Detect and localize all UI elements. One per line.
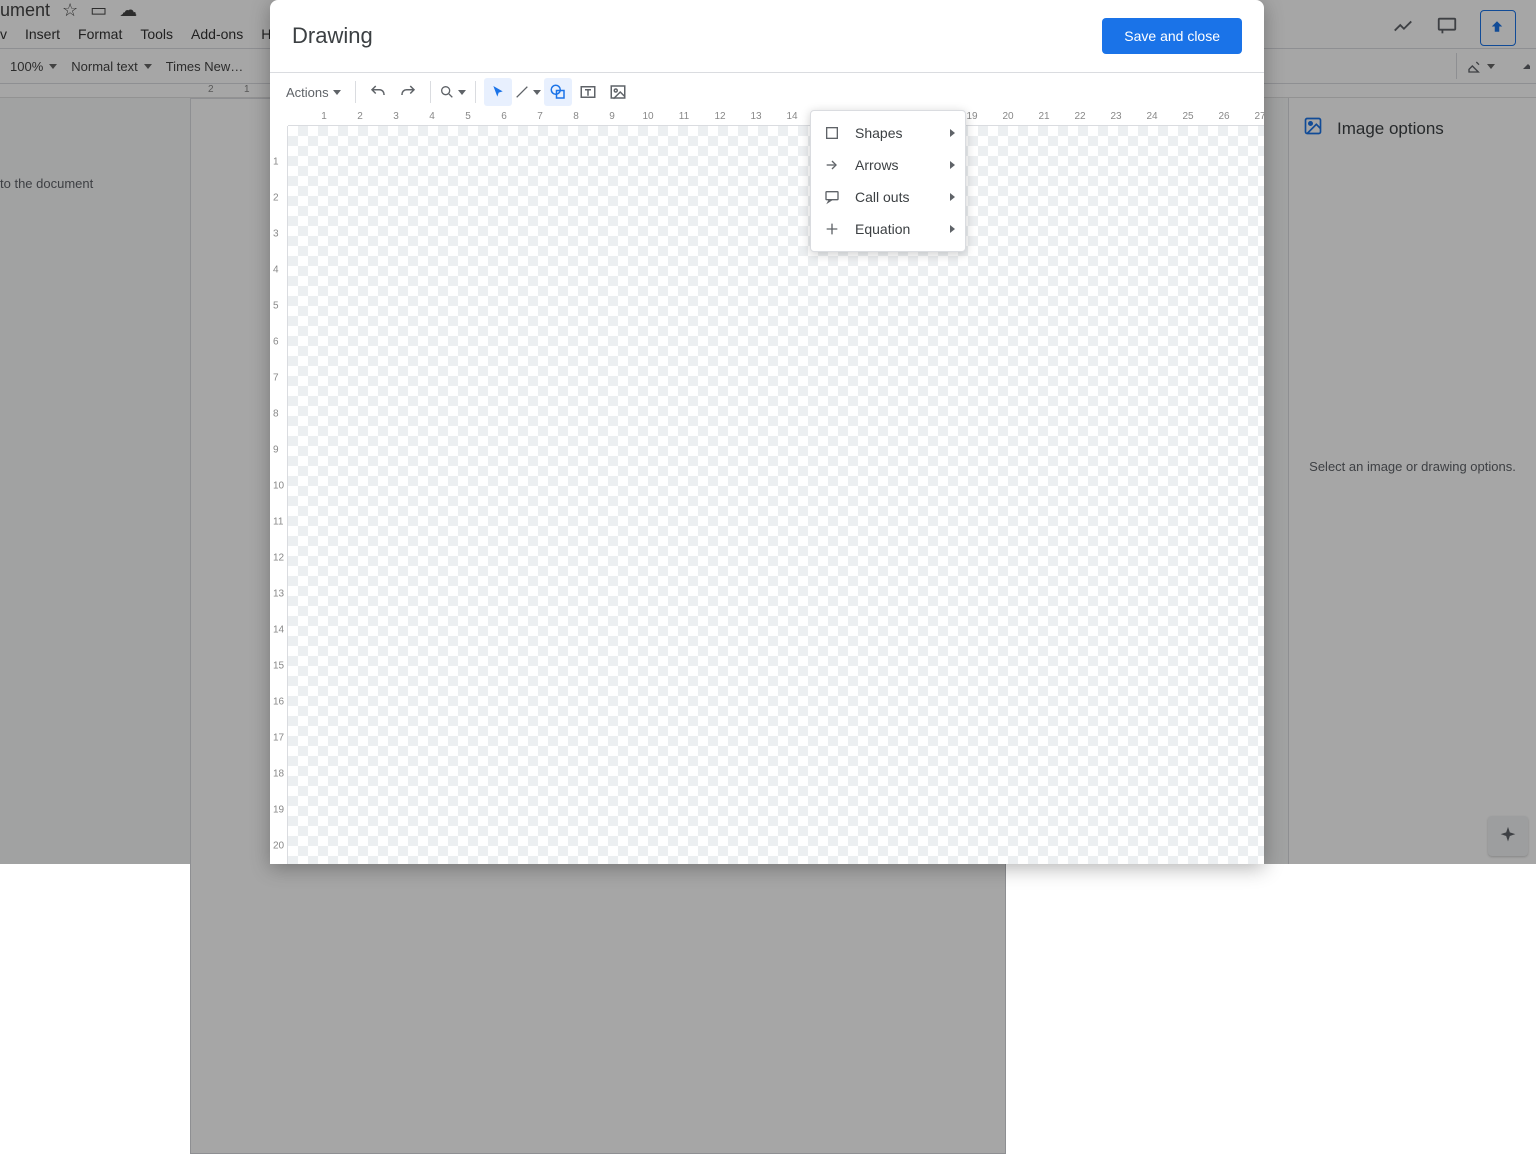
submenu-arrow-icon	[950, 193, 955, 201]
actions-menu[interactable]: Actions	[284, 78, 347, 106]
drawing-toolbar: Actions	[270, 73, 1264, 111]
shape-tool[interactable]	[544, 78, 572, 106]
shape-menu-label: Call outs	[855, 189, 909, 205]
shape-menu-callouts[interactable]: Call outs	[811, 181, 965, 213]
submenu-arrow-icon	[950, 129, 955, 137]
save-and-close-button[interactable]: Save and close	[1102, 18, 1242, 54]
equation-icon	[823, 220, 841, 238]
callouts-icon	[823, 188, 841, 206]
drawing-canvas[interactable]	[288, 126, 1264, 864]
shape-menu-arrows[interactable]: Arrows	[811, 149, 965, 181]
drawing-canvas-area: 1 2 3 4 5 6 7 8 9 10 11 12 13 14 15 16 1…	[270, 110, 1264, 864]
drawing-dialog: Drawing Save and close Actions	[270, 0, 1264, 864]
horizontal-ruler: 1 2 3 4 5 6 7 8 9 10 11 12 13 14 15 16 1…	[288, 110, 1264, 126]
zoom-tool[interactable]	[439, 78, 467, 106]
select-tool[interactable]	[484, 78, 512, 106]
textbox-tool[interactable]	[574, 78, 602, 106]
shapes-icon	[823, 124, 841, 142]
shape-menu-label: Shapes	[855, 125, 902, 141]
submenu-arrow-icon	[950, 225, 955, 233]
shape-menu-label: Equation	[855, 221, 910, 237]
redo-button[interactable]	[394, 78, 422, 106]
shape-menu-label: Arrows	[855, 157, 899, 173]
shape-menu-shapes[interactable]: Shapes	[811, 117, 965, 149]
line-tool[interactable]	[514, 78, 542, 106]
vertical-ruler: 1 2 3 4 5 6 7 8 9 10 11 12 13 14 15 16 1…	[270, 126, 288, 864]
arrows-icon	[823, 156, 841, 174]
shape-menu: Shapes Arrows Call outs Equation	[810, 110, 966, 252]
image-tool[interactable]	[604, 78, 632, 106]
shape-menu-equation[interactable]: Equation	[811, 213, 965, 245]
undo-button[interactable]	[364, 78, 392, 106]
submenu-arrow-icon	[950, 161, 955, 169]
dialog-title: Drawing	[292, 23, 373, 49]
